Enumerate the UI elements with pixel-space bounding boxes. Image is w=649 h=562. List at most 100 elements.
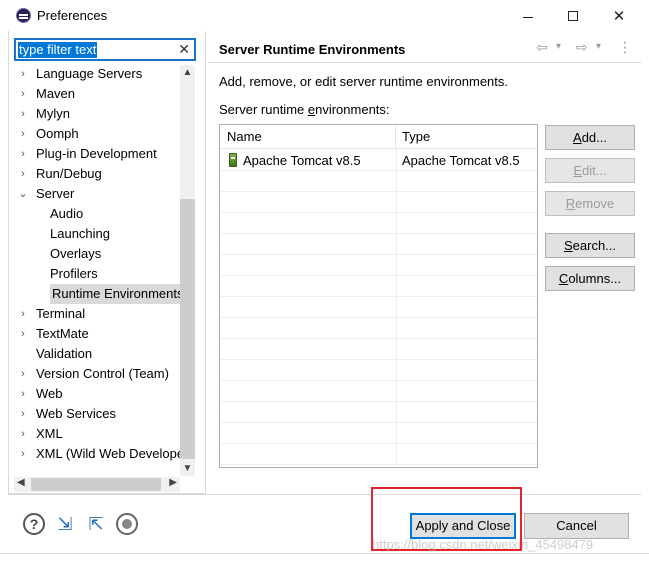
tree-item[interactable]: › XML (Wild Web Developer) (14, 444, 180, 464)
tree-item[interactable]: › Terminal (14, 304, 180, 324)
column-divider (396, 444, 397, 465)
filter-placeholder: type filter text (18, 42, 98, 58)
tree-item[interactable]: › Language Servers (14, 64, 180, 84)
chevron-right-icon[interactable]: › (18, 124, 28, 144)
empty-table-row (220, 192, 537, 213)
scroll-down-arrow-icon[interactable]: ▼ (180, 463, 195, 474)
chevron-right-icon[interactable]: › (18, 164, 28, 184)
tree-item[interactable]: › Web (14, 384, 180, 404)
record-icon[interactable] (116, 513, 138, 535)
help-icon[interactable]: ? (23, 513, 45, 535)
tree-item[interactable]: Launching (14, 224, 180, 244)
import-icon[interactable]: ⇲ (54, 513, 76, 535)
column-divider (396, 192, 397, 213)
export-icon[interactable]: ⇱ (85, 513, 107, 535)
cancel-button[interactable]: Cancel (524, 513, 629, 539)
clear-filter-icon[interactable]: ✕ (178, 41, 190, 58)
empty-table-row (220, 444, 537, 465)
tree-item[interactable]: Validation (14, 344, 180, 364)
tree-item[interactable]: › Mylyn (14, 104, 180, 124)
chevron-right-icon[interactable]: › (18, 364, 28, 384)
tree-item-label: Oomph (36, 126, 79, 141)
chevron-right-icon[interactable]: › (18, 324, 28, 344)
maximize-button[interactable] (550, 4, 596, 28)
filter-input[interactable]: type filter text ✕ (14, 38, 196, 61)
chevron-right-icon[interactable]: › (18, 444, 28, 464)
tree-item[interactable]: Overlays (14, 244, 180, 264)
add-button[interactable]: Add... (545, 125, 635, 150)
button-mnemonic: C (558, 271, 569, 286)
tree-item-label: Version Control (Team) (36, 366, 169, 381)
chevron-down-icon[interactable]: ⌄ (18, 184, 28, 204)
tree-item-label: Language Servers (36, 66, 143, 81)
button-mnemonic: S (563, 238, 573, 253)
column-header-type[interactable]: Type (396, 125, 537, 149)
tree-item-label: Web (36, 386, 63, 401)
chevron-right-icon[interactable]: › (18, 84, 28, 104)
scroll-right-arrow-icon[interactable]: ▶ (169, 477, 177, 488)
close-button[interactable]: ✕ (596, 4, 642, 28)
tree-item[interactable]: Runtime Environments (14, 284, 180, 304)
scroll-thumb[interactable] (180, 199, 195, 459)
table-row[interactable]: Apache Tomcat v8.5 Apache Tomcat v8.5 (220, 150, 537, 171)
tree-item[interactable]: › Oomph (14, 124, 180, 144)
runtime-environments-table[interactable]: Name Type Apache Tomcat v8.5 Apache Tomca… (219, 124, 538, 468)
label-suffix: nvironments: (315, 102, 390, 117)
minimize-icon (523, 16, 533, 18)
column-divider (396, 297, 397, 318)
column-divider (396, 402, 397, 423)
back-menu-icon[interactable]: ▾ (556, 41, 561, 52)
tree-item[interactable]: › Version Control (Team) (14, 364, 180, 384)
back-arrow-icon[interactable]: ⇦ (536, 39, 548, 56)
tree-item[interactable]: › Maven (14, 84, 180, 104)
tree-item[interactable]: › Run/Debug (14, 164, 180, 184)
tree-item[interactable]: Audio (14, 204, 180, 224)
chevron-right-icon[interactable]: › (18, 384, 28, 404)
remove-button[interactable]: Remove (545, 191, 635, 216)
chevron-right-icon[interactable]: › (18, 144, 28, 164)
runtime-type-cell: Apache Tomcat v8.5 (402, 153, 520, 168)
column-divider (396, 213, 397, 234)
tree-item[interactable]: › Web Services (14, 404, 180, 424)
chevron-right-icon[interactable]: › (18, 424, 28, 444)
tree-item-label: Audio (50, 206, 84, 221)
tree-item[interactable]: › XML (14, 424, 180, 444)
button-label: earch... (572, 238, 617, 253)
forward-arrow-icon[interactable]: ⇨ (576, 39, 588, 56)
tree-item-label: Profilers (50, 266, 98, 281)
minimize-button[interactable] (505, 4, 551, 28)
scroll-up-arrow-icon[interactable]: ▲ (180, 67, 195, 78)
empty-table-row (220, 318, 537, 339)
search-button[interactable]: Search... (545, 233, 635, 258)
scroll-thumb[interactable] (31, 478, 161, 491)
edit-button[interactable]: Edit... (545, 158, 635, 183)
chevron-right-icon[interactable]: › (18, 104, 28, 124)
tomcat-server-icon (229, 153, 237, 167)
preferences-tree[interactable]: › Language Servers › Maven › Mylyn › Oomph › Plug… (14, 64, 180, 476)
scroll-left-arrow-icon[interactable]: ◀ (17, 477, 25, 488)
chevron-right-icon[interactable]: › (18, 404, 28, 424)
title-bar: Preferences ✕ (0, 0, 649, 31)
view-menu-icon[interactable]: ⋮ (618, 39, 632, 56)
empty-table-row (220, 276, 537, 297)
tree-item[interactable]: ⌄ Server (14, 184, 180, 204)
chevron-right-icon[interactable]: › (18, 304, 28, 324)
tree-horizontal-scrollbar[interactable]: ◀ ▶ (14, 477, 180, 492)
tree-item[interactable]: Profilers (14, 264, 180, 284)
column-divider (396, 339, 397, 360)
tree-item[interactable]: › Plug-in Development (14, 144, 180, 164)
tree-vertical-scrollbar[interactable]: ▲ ▼ (180, 65, 195, 476)
page-header: Server Runtime Environments ⇦ ▾ ⇨ ▾ ⋮ (208, 31, 641, 63)
chevron-right-icon[interactable]: › (18, 64, 28, 84)
forward-menu-icon[interactable]: ▾ (596, 41, 601, 52)
tree-item-label: TextMate (36, 326, 89, 341)
columns-button[interactable]: Columns... (545, 266, 635, 291)
apply-and-close-button[interactable]: Apply and Close (410, 513, 516, 539)
tree-item[interactable]: › TextMate (14, 324, 180, 344)
label-prefix: Server runtime (219, 102, 308, 117)
column-header-name[interactable]: Name (220, 125, 396, 149)
